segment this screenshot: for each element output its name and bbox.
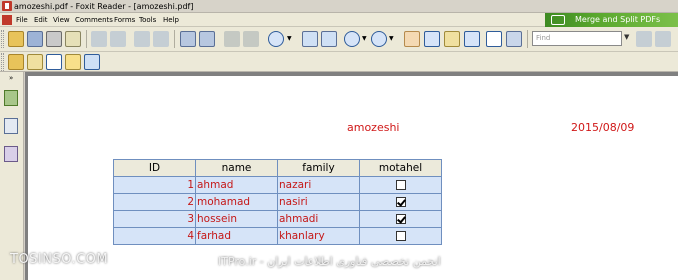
image-icon[interactable] — [506, 31, 522, 47]
annotation-icon[interactable] — [444, 31, 460, 47]
menu-tools[interactable]: Tools — [139, 13, 156, 27]
column-header-name: name — [195, 159, 278, 177]
find-next-icon[interactable] — [655, 31, 671, 47]
typewriter-icon[interactable] — [486, 31, 502, 47]
column-header-motahel: motahel — [359, 159, 442, 177]
print-icon[interactable] — [46, 31, 62, 47]
undo-icon[interactable] — [224, 31, 240, 47]
students-table: ID name family motahel 1 ahmad nazari 2 … — [113, 159, 442, 245]
cell-family: khanlary — [277, 227, 360, 245]
cell-name: mohamad — [195, 193, 278, 211]
toolbar-separator — [86, 30, 87, 48]
menu-comments[interactable]: Comments — [75, 13, 113, 27]
bookmarks-panel-icon[interactable] — [4, 90, 18, 106]
cell-id: 2 — [113, 193, 196, 211]
foxit-app-icon — [2, 1, 12, 11]
report-title: amozeshi — [347, 121, 400, 134]
column-header-family: family — [277, 159, 360, 177]
secondary-toolbar — [0, 52, 678, 72]
zoom-dropdown-arrow-icon[interactable]: ▼ — [287, 35, 292, 42]
document-menu-icon[interactable] — [2, 15, 12, 25]
cell-id: 3 — [113, 210, 196, 228]
text-box-icon[interactable] — [46, 54, 62, 70]
zoom-plus-dropdown-icon[interactable]: ▼ — [389, 35, 394, 42]
save-icon[interactable] — [27, 31, 43, 47]
snapshot-icon[interactable] — [464, 31, 480, 47]
zoom-out-icon[interactable] — [344, 31, 360, 47]
arrow-tool-icon[interactable] — [84, 54, 100, 70]
cell-name: hossein — [195, 210, 278, 228]
banner-text: Merge and Split PDFs — [575, 15, 661, 24]
single-page-icon[interactable] — [180, 31, 196, 47]
navigation-sidebar: » — [0, 72, 24, 280]
table-header-row: ID name family motahel — [113, 159, 442, 177]
note-icon[interactable] — [65, 54, 81, 70]
motahel-checkbox — [395, 231, 406, 241]
forward-icon[interactable] — [153, 31, 169, 47]
find-input[interactable]: Find — [532, 31, 622, 46]
menu-forms[interactable]: Forms — [114, 13, 135, 27]
motahel-checkbox — [395, 180, 406, 190]
document-viewport[interactable]: amozeshi 2015/08/09 ID name family motah… — [25, 72, 678, 280]
table-row: 3 hossein ahmadi — [113, 210, 442, 228]
banner-logo-icon — [551, 15, 565, 25]
select-text-icon[interactable] — [424, 31, 440, 47]
cell-id: 4 — [113, 227, 196, 245]
title-bar: amozeshi.pdf - Foxit Reader - [amozeshi.… — [0, 0, 678, 13]
table-row: 1 ahmad nazari — [113, 176, 442, 194]
find-dropdown-arrow-icon[interactable]: ▼ — [624, 33, 629, 41]
back-icon[interactable] — [134, 31, 150, 47]
cell-name: farhad — [195, 227, 278, 245]
pages-panel-icon[interactable] — [4, 118, 18, 134]
first-page-icon[interactable] — [91, 31, 107, 47]
cell-family: ahmadi — [277, 210, 360, 228]
zoom-in-icon[interactable] — [268, 31, 284, 47]
menu-help[interactable]: Help — [163, 13, 179, 27]
motahel-checkbox — [395, 214, 406, 224]
continuous-page-icon[interactable] — [199, 31, 215, 47]
toolbar-separator — [527, 30, 528, 48]
pdf-page: amozeshi 2015/08/09 ID name family motah… — [28, 76, 678, 280]
cell-family: nasiri — [277, 193, 360, 211]
watermark-tosinso: TOSINSO.COM — [10, 252, 109, 267]
cell-motahel — [359, 227, 442, 245]
cell-id: 1 — [113, 176, 196, 194]
cell-motahel — [359, 193, 442, 211]
cell-motahel — [359, 176, 442, 194]
hand-tool-icon[interactable] — [404, 31, 420, 47]
window-title: amozeshi.pdf - Foxit Reader - [amozeshi.… — [14, 2, 194, 11]
toolbar-grip[interactable] — [1, 53, 4, 71]
watermark-itpro: ITPro.ir - انجمن تخصصی فناوری اطلاعات ای… — [218, 255, 441, 268]
cell-motahel — [359, 210, 442, 228]
email-icon[interactable] — [65, 31, 81, 47]
toolbar-grip[interactable] — [1, 30, 4, 48]
find-previous-icon[interactable] — [636, 31, 652, 47]
column-header-id: ID — [113, 159, 196, 177]
table-row: 2 mohamad nasiri — [113, 193, 442, 211]
redo-icon[interactable] — [243, 31, 259, 47]
layers-panel-icon[interactable] — [4, 146, 18, 162]
open-icon[interactable] — [8, 31, 24, 47]
menu-view[interactable]: View — [53, 13, 70, 27]
menu-edit[interactable]: Edit — [34, 13, 48, 27]
previous-page-icon[interactable] — [110, 31, 126, 47]
fit-width-icon[interactable] — [321, 31, 337, 47]
zoom-out-dropdown-icon[interactable]: ▼ — [362, 35, 367, 42]
pencil-icon[interactable] — [27, 54, 43, 70]
comments-panel-icon[interactable] — [8, 54, 24, 70]
sidebar-expand-icon[interactable]: » — [9, 74, 13, 82]
cell-family: nazari — [277, 176, 360, 194]
menu-file[interactable]: File — [16, 13, 28, 27]
merge-split-banner[interactable]: Merge and Split PDFs — [545, 13, 678, 27]
motahel-checkbox — [395, 197, 406, 207]
report-date: 2015/08/09 — [571, 121, 635, 134]
cell-name: ahmad — [195, 176, 278, 194]
zoom-plus-icon[interactable] — [371, 31, 387, 47]
toolbar-separator — [174, 30, 175, 48]
table-row: 4 farhad khanlary — [113, 227, 442, 245]
fit-page-icon[interactable] — [302, 31, 318, 47]
